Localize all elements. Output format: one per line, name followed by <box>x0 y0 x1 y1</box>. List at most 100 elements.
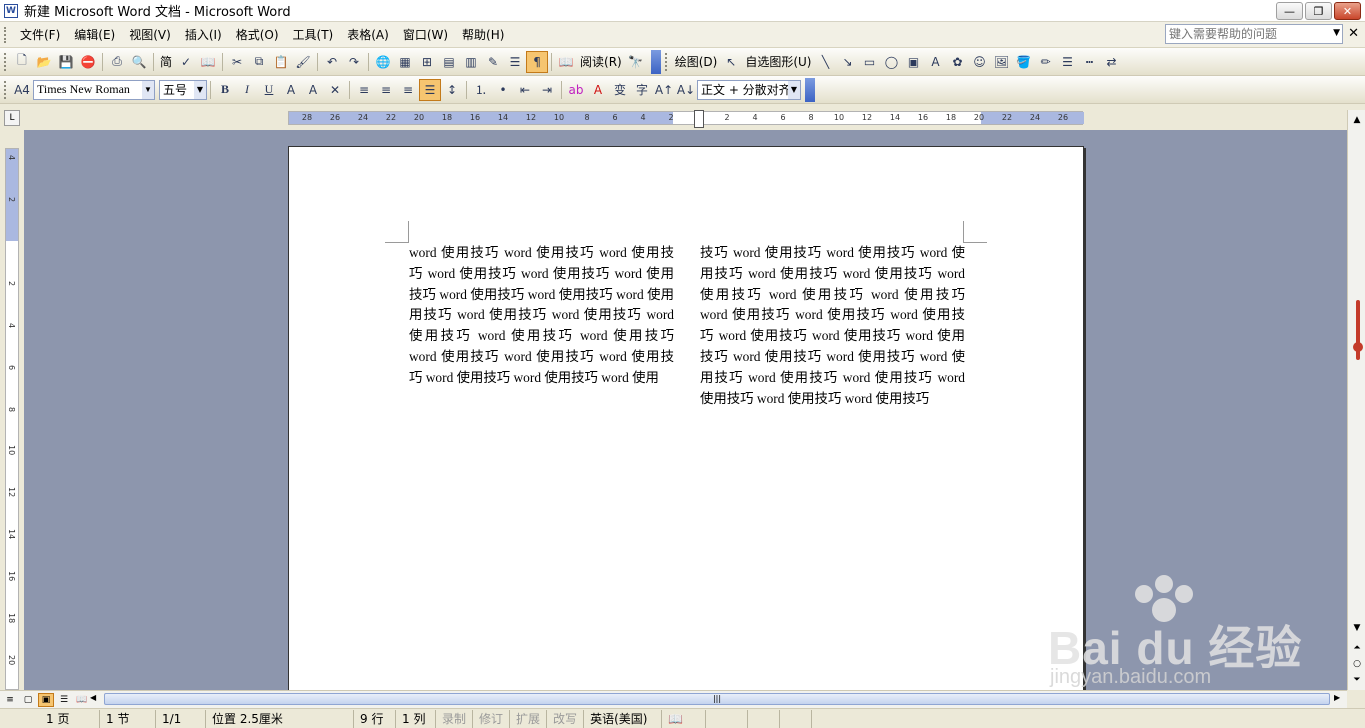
menu-file[interactable]: 文件(F) <box>13 25 67 45</box>
scroll-left-icon[interactable]: ◀ <box>90 693 96 702</box>
scroll-up-icon[interactable]: ▲ <box>1350 112 1364 128</box>
shrink-font-icon[interactable]: A↓ <box>675 79 697 101</box>
vertical-ruler[interactable]: 4 2 2 4 6 8 10 12 14 16 18 20 <box>5 148 19 690</box>
align-center-icon[interactable]: ≡ <box>375 79 397 101</box>
simplified-chinese-button[interactable]: 简 <box>157 51 175 73</box>
menu-view[interactable]: 视图(V) <box>122 25 178 45</box>
chevron-down-icon[interactable]: ▼ <box>194 80 206 99</box>
toolbar-options-icon[interactable] <box>650 49 661 74</box>
toolbar-grip[interactable] <box>4 52 7 71</box>
help-dropdown-icon[interactable]: ▼ <box>1333 28 1340 38</box>
grow-font-icon[interactable]: A↑ <box>653 79 675 101</box>
oval-icon[interactable]: ◯ <box>880 51 902 73</box>
scroll-knob[interactable] <box>1353 342 1363 352</box>
select-objects-icon[interactable]: ↖ <box>720 51 742 73</box>
tables-borders-icon[interactable]: ▦ <box>394 51 416 73</box>
diagram-icon[interactable]: ✿ <box>946 51 968 73</box>
menu-insert[interactable]: 插入(I) <box>178 25 229 45</box>
enclose-char-icon[interactable]: 字 <box>631 79 653 101</box>
font-color-icon[interactable]: A <box>587 79 609 101</box>
highlight-icon[interactable]: ab <box>565 79 587 101</box>
status-overtype[interactable]: 改写 <box>547 709 585 728</box>
insert-excel-icon[interactable]: ▤ <box>438 51 460 73</box>
autoshapes-button[interactable]: 自选图形(U) <box>742 51 814 73</box>
help-search-input[interactable] <box>1166 27 1316 41</box>
arrow-style-icon[interactable]: ⇄ <box>1100 51 1122 73</box>
indent-marker[interactable] <box>694 110 704 128</box>
next-page-icon[interactable]: ⏷ <box>1350 672 1364 688</box>
textbox-icon[interactable]: ▣ <box>902 51 924 73</box>
rectangle-icon[interactable]: ▭ <box>858 51 880 73</box>
show-hide-icon[interactable]: ¶ <box>526 50 549 73</box>
char-border-icon[interactable]: A <box>280 79 302 101</box>
insert-table-icon[interactable]: ⊞ <box>416 51 438 73</box>
menu-tools[interactable]: 工具(T) <box>286 25 341 45</box>
find-icon[interactable]: 🔭 <box>625 51 647 73</box>
reading-mode-button[interactable]: 阅读(R) <box>577 51 625 73</box>
font-name-combo[interactable]: Times New Roman ▼ <box>33 79 155 100</box>
prev-page-icon[interactable]: ⏶ <box>1350 640 1364 656</box>
line-color-icon[interactable]: ✏ <box>1034 51 1056 73</box>
print-view-icon[interactable]: ▣ <box>38 692 54 707</box>
italic-button[interactable]: I <box>236 79 258 101</box>
cut-icon[interactable]: ✂ <box>226 51 248 73</box>
menu-help[interactable]: 帮助(H) <box>455 25 511 45</box>
normal-view-icon[interactable]: ≡ <box>2 693 18 707</box>
font-size-combo[interactable]: 五号 ▼ <box>159 79 207 100</box>
text-column-right[interactable]: 技巧 word 使用技巧 word 使用技巧 word 使 用技巧 word 使… <box>700 243 965 409</box>
bold-button[interactable]: B <box>214 79 236 101</box>
undo-icon[interactable]: ↶ <box>321 51 343 73</box>
toolbar-options-icon[interactable] <box>805 77 815 102</box>
hyperlink-icon[interactable]: 🌐 <box>372 51 394 73</box>
minimize-button[interactable]: — <box>1276 2 1303 20</box>
text-column-left[interactable]: word 使用技巧 word 使用技巧 word 使用技 巧 word 使用技巧… <box>409 243 674 389</box>
toolbar-grip[interactable] <box>664 52 668 71</box>
horizontal-scroll-thumb[interactable]: ||| <box>104 693 1330 705</box>
fill-color-icon[interactable]: 🪣 <box>1012 51 1034 73</box>
paste-icon[interactable]: 📋 <box>270 51 292 73</box>
insert-picture-icon[interactable]: 🖼 <box>990 51 1012 73</box>
spelling-icon[interactable]: ✓ <box>175 51 197 73</box>
new-doc-icon[interactable]: 🗋 <box>11 51 33 73</box>
line-icon[interactable]: ╲ <box>814 51 836 73</box>
menu-table[interactable]: 表格(A) <box>340 25 396 45</box>
char-shading-icon[interactable]: A <box>302 79 324 101</box>
document-page[interactable]: word 使用技巧 word 使用技巧 word 使用技 巧 word 使用技巧… <box>288 146 1084 690</box>
restore-button[interactable]: ❐ <box>1305 2 1332 20</box>
print-preview-icon[interactable]: 🔍 <box>128 51 150 73</box>
read-layout-icon[interactable]: 📖 <box>555 51 577 73</box>
horizontal-ruler[interactable]: 28 26 24 22 20 18 16 14 12 10 8 6 4 2 2 … <box>288 110 1084 128</box>
styles-formatting-icon[interactable]: A4 <box>11 79 33 101</box>
distributed-align-icon[interactable]: ☰ <box>419 78 441 101</box>
menu-grip[interactable] <box>4 26 7 43</box>
wordart-icon[interactable]: A <box>924 51 946 73</box>
draw-menu-button[interactable]: 绘图(D) <box>672 51 721 73</box>
redo-icon[interactable]: ↷ <box>343 51 365 73</box>
numbering-icon[interactable]: ⒈ <box>470 79 492 101</box>
chevron-down-icon[interactable]: ▼ <box>142 80 154 99</box>
dash-style-icon[interactable]: ┅ <box>1078 51 1100 73</box>
status-record[interactable]: 录制 <box>436 709 474 728</box>
save-icon[interactable]: 💾 <box>55 51 77 73</box>
web-view-icon[interactable]: ▢ <box>20 693 36 707</box>
reading-view-icon[interactable]: 📖 <box>74 693 90 707</box>
document-map-icon[interactable]: ☰ <box>504 51 526 73</box>
research-icon[interactable]: 📖 <box>197 51 219 73</box>
clipart-icon[interactable]: ☺ <box>968 51 990 73</box>
line-spacing-icon[interactable]: ↕ <box>441 79 463 101</box>
toolbar-grip[interactable] <box>4 80 7 99</box>
align-left-icon[interactable]: ≡ <box>353 79 375 101</box>
pinyin-guide-icon[interactable]: 变 <box>609 79 631 101</box>
copy-icon[interactable]: ⧉ <box>248 51 270 73</box>
document-close-button[interactable]: ✕ <box>1348 26 1359 41</box>
format-painter-icon[interactable]: 🖌 <box>292 51 314 73</box>
scroll-right-icon[interactable]: ▶ <box>1334 693 1340 702</box>
menu-edit[interactable]: 编辑(E) <box>67 25 122 45</box>
bullets-icon[interactable]: • <box>492 79 514 101</box>
status-track-changes[interactable]: 修订 <box>473 709 511 728</box>
open-icon[interactable]: 📂 <box>33 51 55 73</box>
line-style-icon[interactable]: ☰ <box>1056 51 1078 73</box>
menu-window[interactable]: 窗口(W) <box>396 25 455 45</box>
status-extend[interactable]: 扩展 <box>510 709 548 728</box>
char-scale-icon[interactable]: ✕ <box>324 79 346 101</box>
